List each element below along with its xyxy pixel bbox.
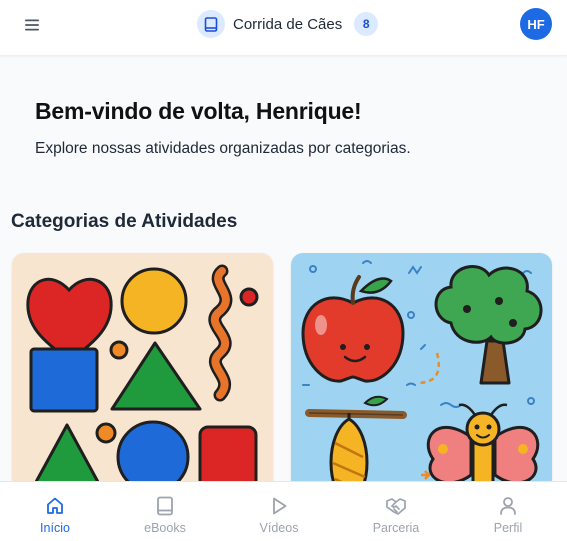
nav-item-videos[interactable]: Vídeos: [239, 482, 319, 541]
handshake-icon: [385, 495, 407, 517]
category-card-shapes[interactable]: [12, 253, 273, 493]
book-icon: [154, 495, 176, 517]
user-icon: [497, 495, 519, 517]
home-icon: [44, 495, 66, 517]
hamburger-menu-icon[interactable]: [21, 15, 43, 35]
nav-label: Parceria: [372, 521, 420, 535]
nav-label: Perfil: [493, 521, 523, 535]
current-ebook-selector[interactable]: Corrida de Cães 8: [197, 10, 379, 38]
category-card-nature[interactable]: [291, 253, 552, 493]
welcome-title: Bem-vindo de volta, Henrique!: [35, 98, 362, 124]
nature-illustration: [291, 253, 552, 493]
nav-label: Início: [40, 521, 70, 535]
nav-label: Vídeos: [259, 521, 299, 535]
nav-item-ebooks[interactable]: eBooks: [125, 482, 205, 541]
welcome-subtitle: Explore nossas atividades organizadas po…: [35, 140, 411, 157]
shapes-illustration: [12, 253, 273, 493]
avatar[interactable]: HF: [520, 8, 552, 40]
nav-item-parceria[interactable]: Parceria: [356, 482, 436, 541]
count-badge: 8: [354, 12, 379, 36]
ebook-title: Corrida de Cães: [233, 15, 343, 33]
nav-item-inicio[interactable]: Início: [15, 482, 95, 541]
top-app-bar: Corrida de Cães 8 HF: [0, 0, 567, 56]
categories-section-title: Categorias de Atividades: [11, 211, 238, 232]
nav-label: eBooks: [144, 521, 186, 535]
nav-item-perfil[interactable]: Perfil: [468, 482, 548, 541]
bottom-navigation: Início eBooks Vídeos Parceria Perfil: [0, 481, 567, 541]
book-icon: [197, 10, 225, 38]
play-icon: [268, 495, 290, 517]
